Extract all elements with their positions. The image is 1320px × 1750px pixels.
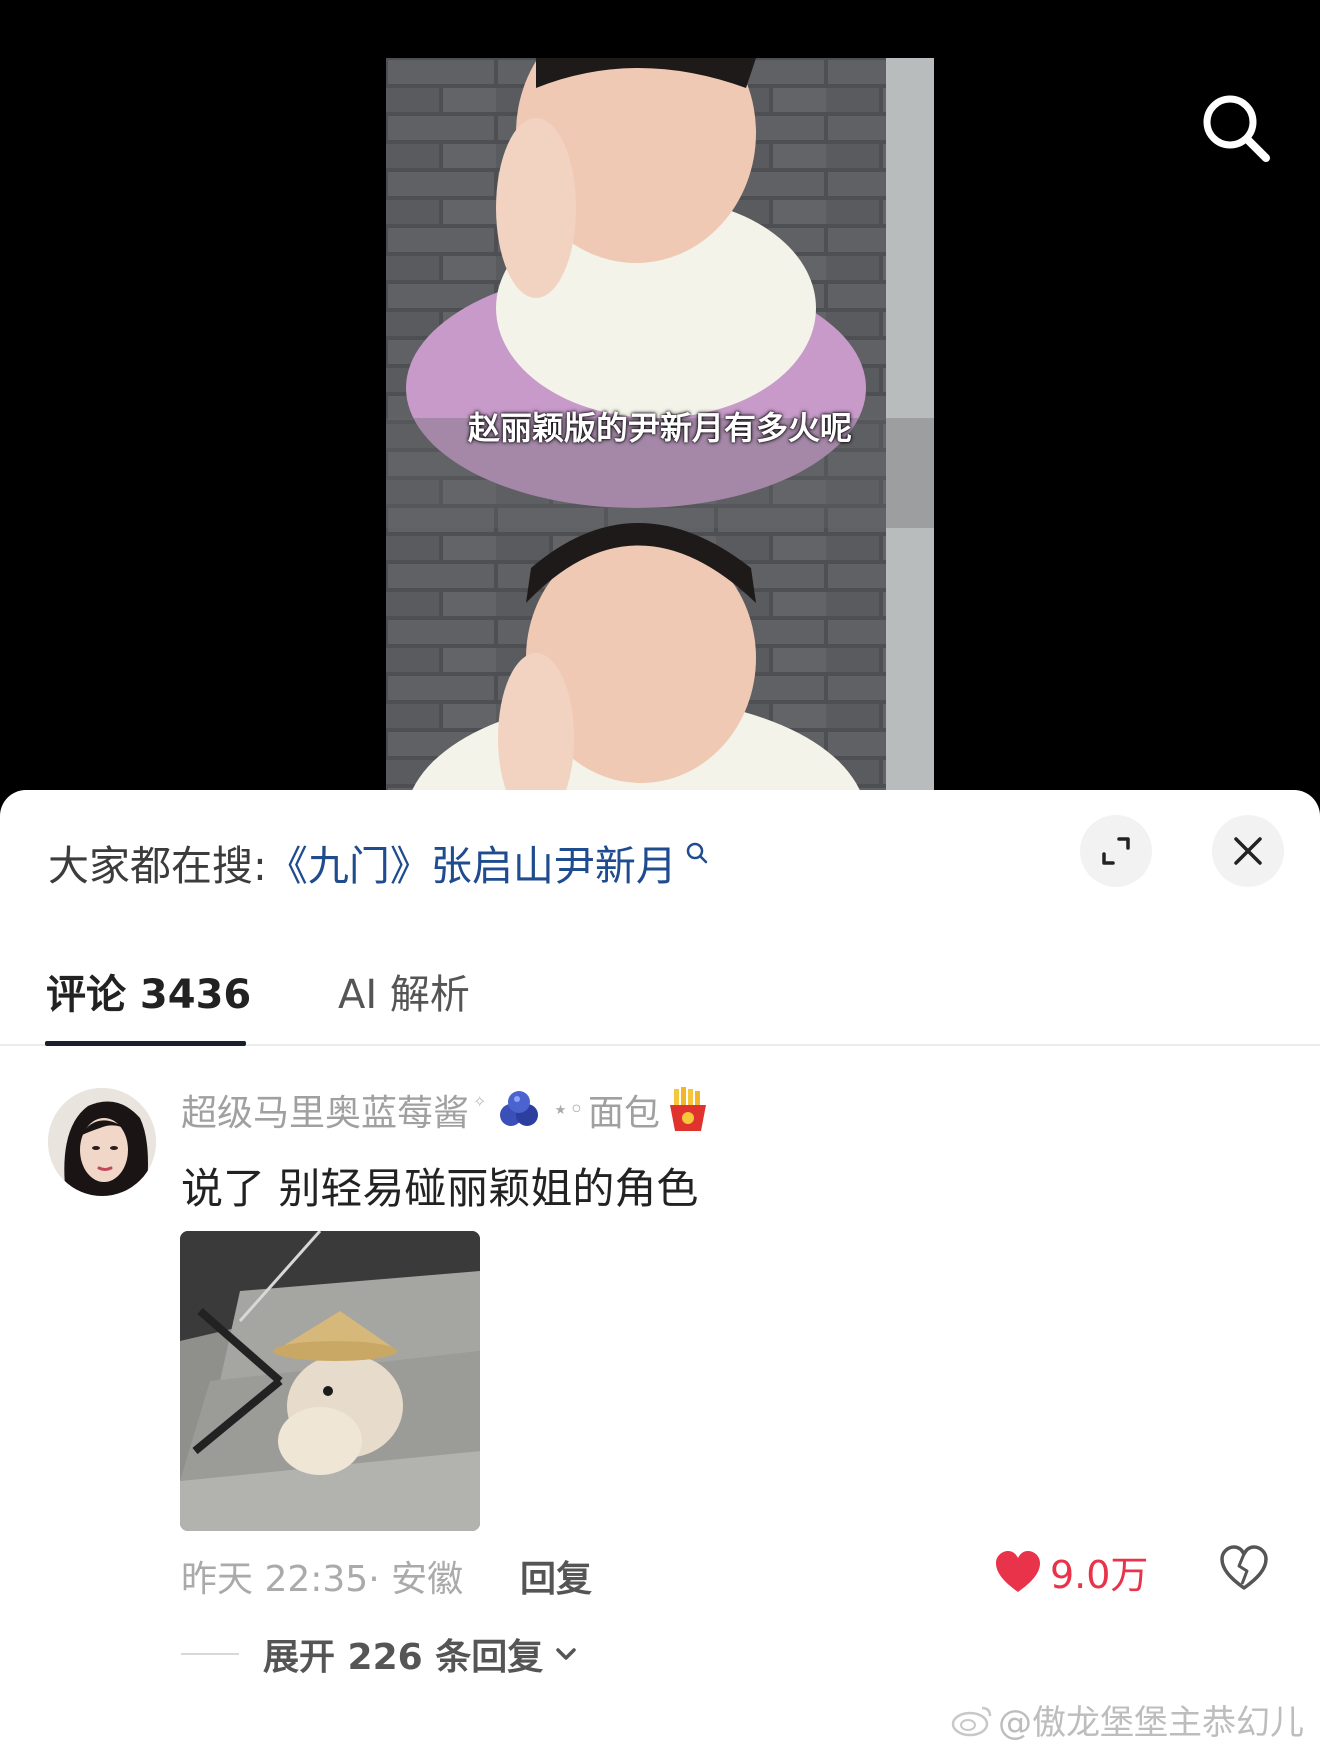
comment-username[interactable]: 超级马里奥蓝莓酱 [181,1084,469,1136]
watermark: @傲龙堡堡主恭幻儿 [950,1695,1304,1744]
watermark-text: @傲龙堡堡主恭幻儿 [998,1703,1304,1743]
search-icon [1203,95,1270,162]
like-count: 9.0万 [1050,1553,1149,1597]
magnifier-small-icon [686,842,708,864]
rabbit-photo [180,1231,480,1531]
search-suggestion-prefix: 大家都在搜: [48,842,267,890]
weibo-icon [951,1706,992,1736]
expand-button[interactable] [1080,815,1152,887]
avatar-image [48,1088,156,1196]
video-subtitle: 赵丽颖版的尹新月有多火呢 [467,409,852,447]
expand-replies-label: 展开 226 条回复 [263,1637,544,1678]
divider-line [181,1653,239,1655]
comment-image[interactable] [180,1231,480,1531]
close-button[interactable] [1212,815,1284,887]
comment-username-row[interactable]: 超级马里奥蓝莓酱 ✧ ⋆◦ 面包 [181,1084,710,1136]
expand-icon [1102,837,1130,865]
video-player[interactable]: 赵丽颖版的尹新月有多火呢 [0,0,1320,800]
video-frame[interactable]: 赵丽颖版的尹新月有多火呢 [386,58,934,800]
broken-heart-icon [1220,1545,1268,1590]
search-suggestion-query[interactable]: 《九门》张启山尹新月 [267,832,677,892]
fries-emoji-icon [670,1087,707,1131]
sparkle-icon: ✧ [473,1091,487,1111]
screen: 赵丽颖版的尹新月有多火呢 大家都在搜: 《九门》张启山尹新月 评论 3436 A… [0,0,1320,1750]
blueberry-emoji-icon [500,1091,539,1126]
heart-icon [996,1550,1040,1592]
search-button[interactable] [1196,88,1276,168]
active-tab-indicator [45,1041,246,1046]
tab-comments[interactable]: 评论 3436 [46,962,251,1020]
dots-icon: ⋆◦ [552,1095,585,1125]
close-icon [1234,837,1262,865]
comment-meta: 昨天 22:35· 安徽 [181,1559,464,1600]
tab-bar: 评论 3436 AI 解析 [0,940,1320,1046]
expand-replies[interactable]: 展开 226 条回复 [181,1628,581,1680]
comment-username-suffix[interactable]: 面包 [588,1084,660,1136]
dislike-button[interactable] [1218,1544,1270,1596]
avatar[interactable] [48,1088,156,1196]
tab-ai-analysis[interactable]: AI 解析 [338,962,470,1020]
comment-sheet: 大家都在搜: 《九门》张启山尹新月 评论 3436 AI 解析 超级马里奥蓝莓酱… [0,790,1320,1750]
search-suggestion[interactable]: 大家都在搜: 《九门》张启山尹新月 [48,832,709,892]
comment-text: 说了 别轻易碰丽颖姐的角色 [181,1164,699,1213]
reply-button[interactable]: 回复 [520,1550,592,1602]
like-button[interactable]: 9.0万 [994,1544,1148,1599]
chevron-down-icon [556,1648,576,1660]
